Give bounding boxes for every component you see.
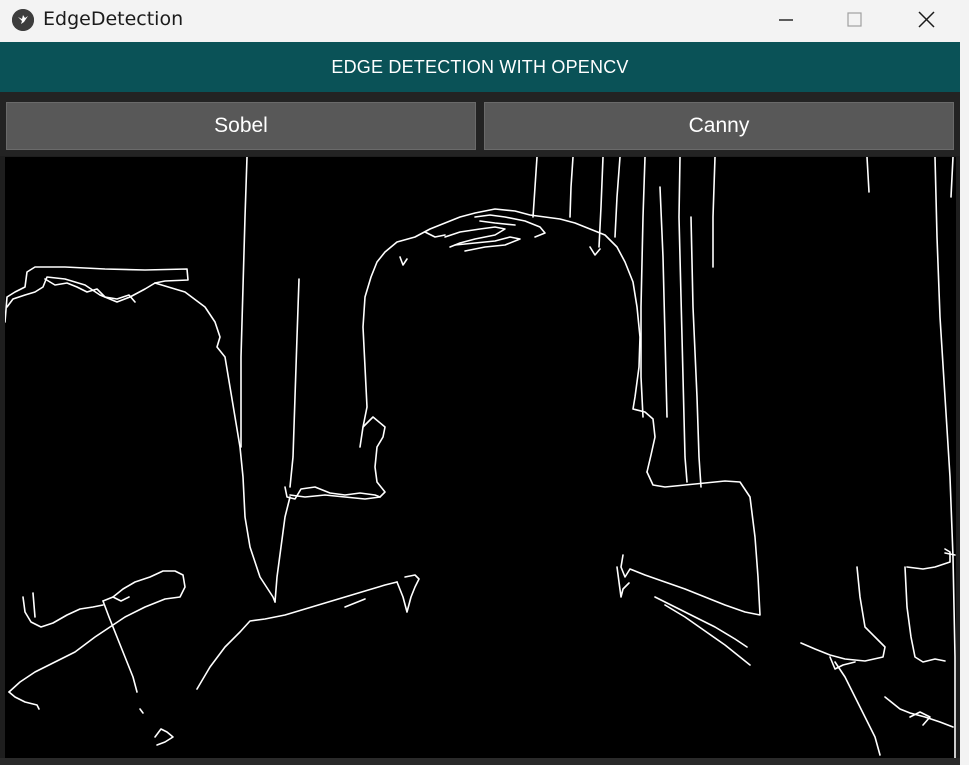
window-border-bottom [0, 758, 960, 765]
minimize-icon [779, 19, 793, 21]
close-button[interactable] [892, 0, 960, 40]
app-window: EdgeDetection EDGE DETECTION WITH OPENCV… [0, 0, 969, 765]
header-banner: EDGE DETECTION WITH OPENCV [0, 42, 960, 92]
window-border-right [960, 42, 969, 765]
edge-detection-output [5, 157, 956, 758]
window-title: EdgeDetection [43, 8, 184, 30]
banner-title: EDGE DETECTION WITH OPENCV [331, 57, 629, 77]
title-bar[interactable]: EdgeDetection [0, 0, 969, 42]
minimize-button[interactable] [752, 0, 820, 40]
maximize-button[interactable] [820, 0, 888, 40]
kivy-app-icon [12, 9, 34, 31]
sobel-button[interactable]: Sobel [6, 102, 476, 150]
edge-image [5, 157, 956, 758]
close-icon [918, 11, 935, 28]
maximize-icon [847, 12, 862, 27]
canny-button[interactable]: Canny [484, 102, 954, 150]
filter-button-row: Sobel Canny [0, 92, 960, 156]
